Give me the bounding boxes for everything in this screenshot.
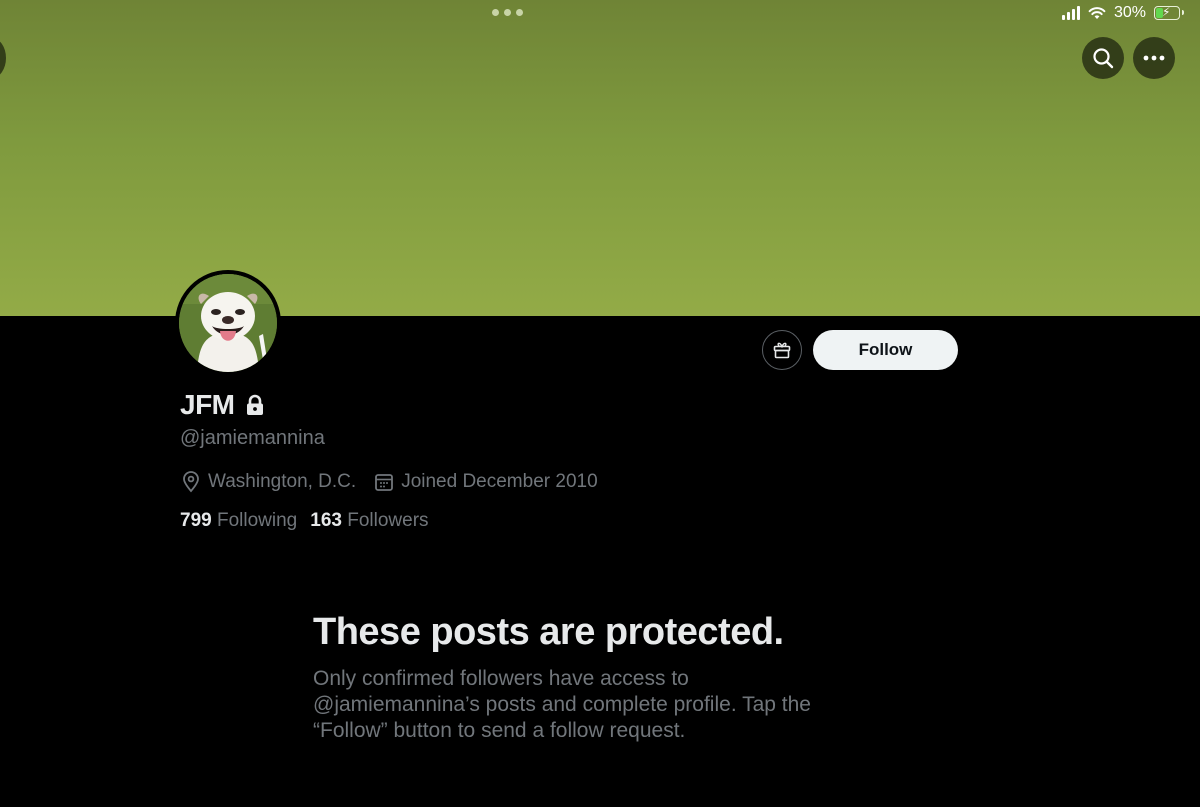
location: Washington, D.C. xyxy=(181,471,356,493)
protected-message: Only confirmed followers have access to … xyxy=(313,667,811,742)
location-text: Washington, D.C. xyxy=(208,471,357,492)
joined-date: Joined December 2010 xyxy=(374,471,598,493)
status-bar: 30% ⚡ xyxy=(1061,4,1184,22)
profile-banner[interactable] xyxy=(0,0,1200,316)
following-link[interactable]: 799 Following xyxy=(180,510,297,532)
followers-link[interactable]: 163 Followers xyxy=(310,510,428,532)
protected-title: These posts are protected. xyxy=(313,611,784,653)
avatar[interactable] xyxy=(175,270,281,376)
wifi-icon xyxy=(1088,7,1106,19)
follow-button[interactable]: Follow xyxy=(813,330,958,370)
follow-counts: 799 Following 163 Followers xyxy=(180,510,429,532)
followers-count: 163 xyxy=(310,510,342,531)
joined-text: Joined December 2010 xyxy=(401,471,598,492)
signal-icon xyxy=(1061,6,1080,20)
battery-percent: 30% xyxy=(1113,4,1146,21)
dog-avatar-image xyxy=(179,274,277,372)
lock-icon xyxy=(246,394,263,415)
gift-icon xyxy=(773,342,791,359)
handle: @jamiemannina xyxy=(180,427,325,449)
display-name: JFM xyxy=(180,389,235,420)
multitasking-dots[interactable] xyxy=(492,9,523,16)
gift-button[interactable] xyxy=(762,330,802,370)
calendar-icon xyxy=(375,474,394,491)
more-button[interactable] xyxy=(1133,37,1175,79)
following-label: Following xyxy=(216,510,298,531)
battery-icon: ⚡ xyxy=(1154,5,1184,20)
profile-meta: Washington, D.C. Joined December 2010 xyxy=(181,471,616,493)
name-row: JFM xyxy=(180,389,265,421)
followers-label: Followers xyxy=(347,510,429,531)
search-icon xyxy=(1093,48,1114,69)
location-pin-icon xyxy=(183,471,199,493)
search-button[interactable] xyxy=(1082,37,1124,79)
more-icon xyxy=(1143,55,1165,61)
following-count: 799 xyxy=(180,510,212,531)
